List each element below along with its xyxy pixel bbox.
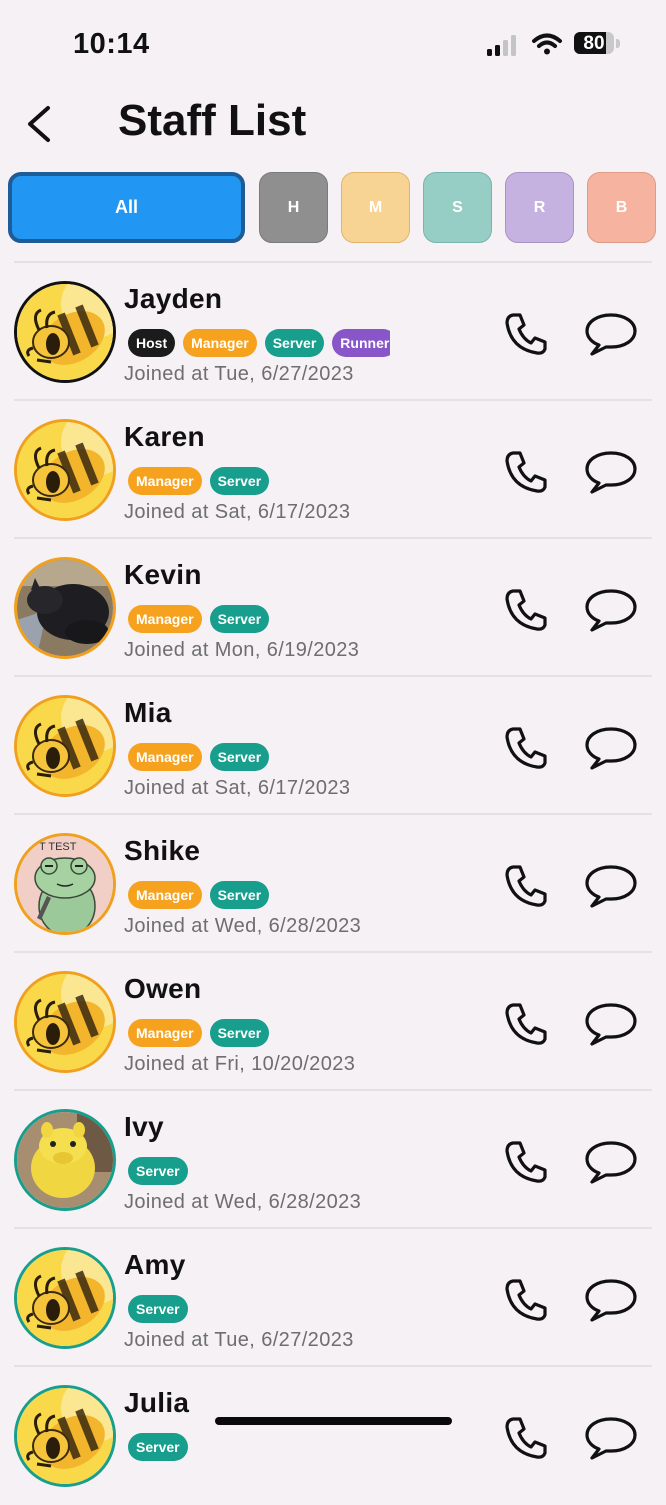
- joined-date: Joined at Tue, 6/27/2023: [124, 363, 354, 385]
- chat-bubble-icon[interactable]: [584, 1001, 638, 1047]
- filter-chip-busser[interactable]: B: [587, 172, 656, 243]
- role-badge-host: Host: [128, 329, 176, 357]
- role-badge-runner: Runner: [332, 329, 390, 357]
- chat-bubble-icon[interactable]: [584, 863, 638, 909]
- phone-icon[interactable]: [503, 587, 549, 633]
- staff-row[interactable]: Karen Manager Server Joined at Sat, 6/17/…: [0, 401, 666, 539]
- role-badge-server: Server: [128, 1157, 188, 1185]
- staff-name: Ivy: [124, 1111, 164, 1142]
- joined-date: Joined at Mon, 6/19/2023: [124, 639, 360, 661]
- phone-icon[interactable]: [503, 311, 549, 357]
- filter-chip-manager[interactable]: M: [341, 172, 410, 243]
- phone-icon[interactable]: [503, 863, 549, 909]
- staff-name: Julia: [124, 1387, 190, 1418]
- staff-avatar: [14, 557, 116, 659]
- role-badges: Server: [128, 1157, 390, 1185]
- role-badges: Server: [128, 1433, 390, 1461]
- joined-date: Joined at Sat, 6/17/2023: [124, 777, 351, 799]
- joined-date: Joined at Wed, 6/28/2023: [124, 915, 362, 937]
- wifi-icon: [532, 33, 562, 55]
- status-time: 10:14: [73, 28, 150, 60]
- role-badges: Manager Server: [128, 605, 390, 633]
- filter-chip-runner[interactable]: R: [505, 172, 574, 243]
- staff-avatar: [14, 1109, 116, 1211]
- staff-name: Shike: [124, 835, 201, 866]
- role-badge-manager: Manager: [128, 467, 202, 495]
- staff-row[interactable]: Owen Manager Server Joined at Fri, 10/20/…: [0, 953, 666, 1091]
- role-badges: Manager Server: [128, 1019, 390, 1047]
- joined-date: Joined at Wed, 6/28/2023: [124, 1191, 362, 1213]
- phone-icon[interactable]: [503, 1277, 549, 1323]
- role-badges: Server: [128, 1295, 390, 1323]
- role-badge-server: Server: [209, 743, 270, 771]
- staff-avatar: [14, 971, 116, 1073]
- chat-bubble-icon[interactable]: [584, 1277, 638, 1323]
- staff-row[interactable]: Ivy Server Joined at Wed, 6/28/2023: [0, 1091, 666, 1229]
- staff-row[interactable]: Jayden Host Manager Server Runner Joined at…: [0, 263, 666, 401]
- phone-icon[interactable]: [503, 1415, 549, 1461]
- staff-name: Kevin: [124, 559, 202, 590]
- staff-name: Mia: [124, 697, 172, 728]
- staff-row[interactable]: Amy Server Joined at Tue, 6/27/2023: [0, 1229, 666, 1367]
- svg-text:T TEST: T TEST: [39, 841, 77, 853]
- phone-icon[interactable]: [503, 1139, 549, 1185]
- chat-bubble-icon[interactable]: [584, 311, 638, 357]
- staff-avatar: [14, 1247, 116, 1349]
- chat-bubble-icon[interactable]: [584, 1139, 638, 1185]
- role-badge-server: Server: [209, 467, 270, 495]
- joined-date: Joined at Sat, 6/17/2023: [124, 501, 351, 523]
- staff-row[interactable]: Mia Manager Server Joined at Sat, 6/17/20…: [0, 677, 666, 815]
- role-badge-server: Server: [128, 1433, 188, 1461]
- staff-avatar: [14, 1385, 116, 1487]
- staff-avatar: [14, 695, 116, 797]
- staff-name: Karen: [124, 421, 205, 452]
- staff-name: Amy: [124, 1249, 186, 1280]
- role-badges: Manager Server: [128, 881, 390, 909]
- role-badge-manager: Manager: [128, 881, 202, 909]
- back-button[interactable]: [18, 100, 62, 148]
- battery-icon: 80: [574, 32, 622, 56]
- role-badges: Host Manager Server Runner: [128, 329, 390, 357]
- staff-row[interactable]: Julia Server: [0, 1367, 666, 1505]
- phone-icon[interactable]: [503, 725, 549, 771]
- role-badge-server: Server: [209, 881, 270, 909]
- role-badge-manager: Manager: [128, 743, 202, 771]
- role-badge-server: Server: [209, 1019, 270, 1047]
- chevron-left-icon: [28, 106, 50, 142]
- role-badge-server: Server: [128, 1295, 188, 1323]
- staff-avatar: T TEST: [14, 833, 116, 935]
- cellular-signal-icon: [487, 35, 516, 56]
- role-badge-manager: Manager: [128, 605, 202, 633]
- phone-icon[interactable]: [503, 1001, 549, 1047]
- role-badge-manager: Manager: [128, 1019, 202, 1047]
- role-badge-manager: Manager: [183, 329, 257, 357]
- role-badge-server: Server: [264, 329, 325, 357]
- staff-row[interactable]: T TEST Shike Manager Server Joined at Wed…: [0, 815, 666, 953]
- filter-chip-all[interactable]: All: [8, 172, 245, 243]
- home-indicator[interactable]: [215, 1417, 452, 1425]
- staff-avatar: [14, 419, 116, 521]
- joined-date: Joined at Tue, 6/27/2023: [124, 1329, 354, 1351]
- role-badges: Manager Server: [128, 467, 390, 495]
- battery-percent: 80: [583, 33, 605, 54]
- staff-avatar: [14, 281, 116, 383]
- page-title: Staff List: [118, 96, 307, 145]
- role-badges: Manager Server: [128, 743, 390, 771]
- chat-bubble-icon[interactable]: [584, 449, 638, 495]
- staff-name: Owen: [124, 973, 202, 1004]
- staff-name: Jayden: [124, 283, 223, 314]
- filter-chip-server[interactable]: S: [423, 172, 492, 243]
- chat-bubble-icon[interactable]: [584, 1415, 638, 1461]
- joined-date: Joined at Fri, 10/20/2023: [124, 1053, 356, 1075]
- chat-bubble-icon[interactable]: [584, 725, 638, 771]
- role-badge-server: Server: [209, 605, 270, 633]
- phone-icon[interactable]: [503, 449, 549, 495]
- chat-bubble-icon[interactable]: [584, 587, 638, 633]
- staff-row[interactable]: Kevin Manager Server Joined at Mon, 6/19/…: [0, 539, 666, 677]
- filter-chip-host[interactable]: H: [259, 172, 328, 243]
